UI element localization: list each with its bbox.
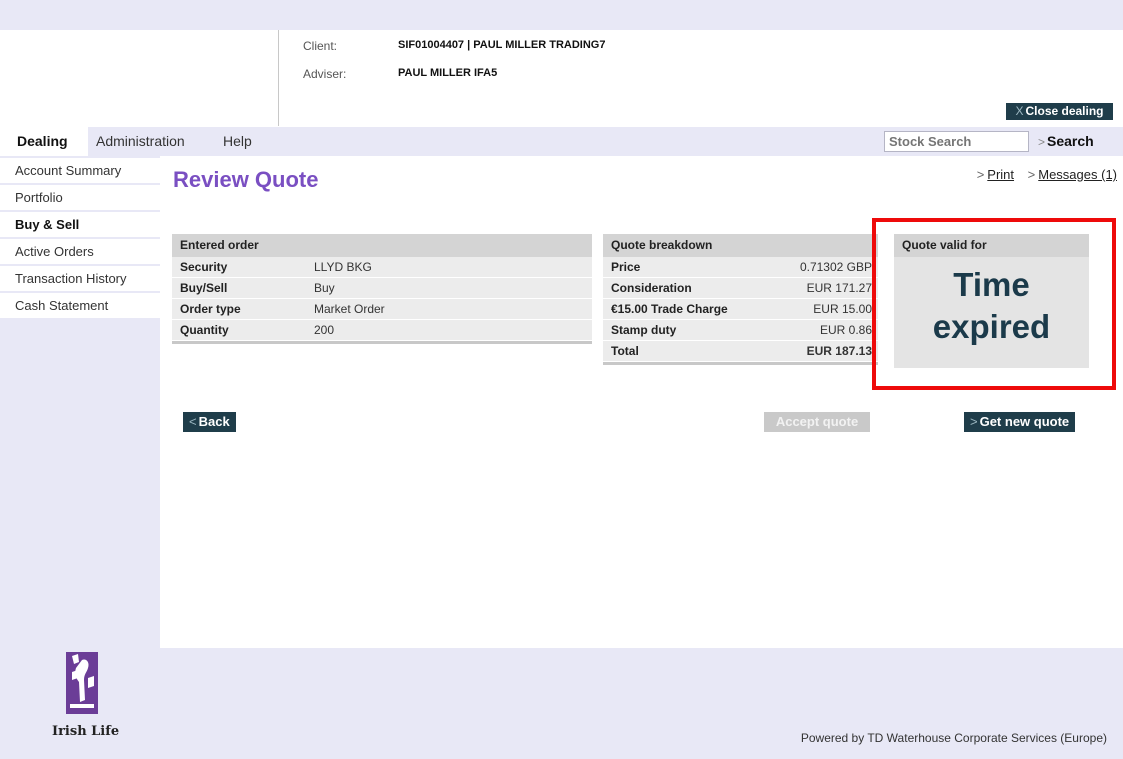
sidebar-item-transaction-history[interactable]: Transaction History [0,266,160,292]
page-title: Review Quote [173,167,319,192]
accept-quote-button[interactable]: Accept quote [764,412,870,432]
stock-search-input[interactable] [884,131,1029,152]
entered-order-panel: Entered order Security LLYD BKG Buy/Sell… [172,234,592,344]
row-value: 0.71302 GBP [799,260,872,274]
row-label: Security [180,260,228,274]
row-value: EUR 187.13 [806,344,872,358]
row-value: EUR 171.27 [806,281,872,295]
sidebar-item-portfolio[interactable]: Portfolio [0,185,160,211]
table-row: Consideration EUR 171.27 [603,278,878,299]
sidebar-item-cash-statement[interactable]: Cash Statement [0,293,160,319]
sidebar-item-buy-sell[interactable]: Buy & Sell [0,212,160,238]
adviser-value: PAUL MILLER IFA5 [398,67,498,79]
row-label: Buy/Sell [180,281,228,295]
row-value: EUR 15.00 [813,302,872,316]
messages-label: Messages (1) [1038,167,1117,182]
table-row: Stamp duty EUR 0.86 [603,320,878,341]
table-row: Security LLYD BKG [172,257,592,278]
tab-dealing[interactable]: Dealing [0,127,88,156]
logo-figure-icon [66,652,98,714]
logo-text: Irish Life [52,724,120,739]
quote-breakdown-heading: Quote breakdown [603,234,878,257]
close-icon: X [1015,104,1024,118]
tab-administration[interactable]: Administration [96,127,185,156]
row-label: Price [611,260,641,274]
table-row: Buy/Sell Buy [172,278,592,299]
top-links: > Print > Messages (1) [967,167,1117,182]
powered-by-text: Powered by TD Waterhouse Corporate Servi… [800,731,1107,745]
client-label: Client: [303,39,338,53]
irish-life-logo: Irish Life [52,648,120,744]
table-row: Order type Market Order [172,299,592,320]
client-info-panel: Client: SIF01004407 | PAUL MILLER TRADIN… [278,30,1123,126]
chevron-right-icon: > [976,167,985,182]
row-value: Buy [314,281,335,295]
get-new-quote-button[interactable]: > Get new quote [964,412,1076,432]
chevron-right-icon: > [970,414,978,429]
client-value: SIF01004407 | PAUL MILLER TRADING7 [398,39,606,51]
panel-divider [603,362,878,365]
chevron-left-icon: < [189,414,197,429]
table-row: €15.00 Trade Charge EUR 15.00 [603,299,878,320]
back-button[interactable]: < Back [183,412,236,432]
search-label: Search [1047,133,1094,149]
row-value: EUR 0.86 [819,323,872,337]
row-value: Market Order [314,302,385,316]
back-label: Back [198,414,230,429]
main-nav: Dealing Administration Help >Search [0,127,1123,156]
table-row: Quantity 200 [172,320,592,341]
adviser-label: Adviser: [303,67,347,81]
row-label: Stamp duty [611,323,677,337]
messages-link[interactable]: > Messages (1) [1028,167,1117,182]
row-label: Quantity [180,323,229,337]
row-value: 200 [314,323,335,337]
table-row-total: Total EUR 187.13 [603,341,878,362]
footer: Powered by TD Waterhouse Corporate Servi… [160,648,1123,759]
chevron-right-icon: > [1027,167,1036,182]
row-label: Consideration [611,281,692,295]
entered-order-heading: Entered order [172,234,592,257]
get-new-quote-label: Get new quote [979,414,1070,429]
quote-breakdown-panel: Quote breakdown Price 0.71302 GBP Consid… [603,234,878,365]
panel-divider [172,341,592,344]
table-row: Price 0.71302 GBP [603,257,878,278]
tab-help[interactable]: Help [223,127,252,156]
top-band [0,0,1123,30]
chevron-right-icon: > [1038,135,1046,149]
row-label: Order type [180,302,241,316]
search-button[interactable]: > Search [1038,127,1094,156]
highlight-box [872,218,1116,390]
row-label: €15.00 Trade Charge [611,302,728,316]
sidebar-item-active-orders[interactable]: Active Orders [0,239,160,265]
row-label: Total [611,344,639,358]
sidebar-item-account-summary[interactable]: Account Summary [0,158,160,184]
close-dealing-label: Close dealing [1025,104,1104,118]
row-value: LLYD BKG [314,260,372,274]
print-label: Print [987,167,1015,182]
print-link[interactable]: > Print [977,167,1014,182]
close-dealing-button[interactable]: X Close dealing [1006,103,1113,120]
